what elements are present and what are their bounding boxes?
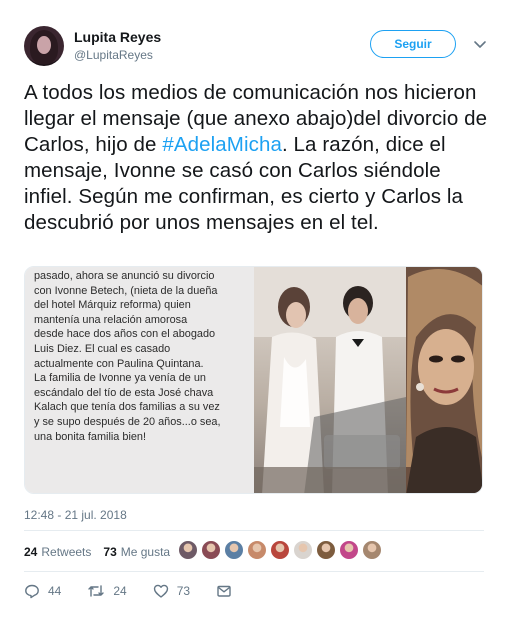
hashtag-link[interactable]: #AdelaMicha <box>162 133 282 156</box>
liker-avatar[interactable] <box>362 540 382 560</box>
like-button[interactable]: 73 <box>153 583 190 599</box>
divider <box>24 530 484 531</box>
portrait-photo <box>406 267 482 493</box>
tweet-header: Lupita Reyes @LupitaReyes Seguir <box>24 26 494 70</box>
media-text-line: Luis Diez. El cual es casado <box>34 342 171 355</box>
retweets-count: 24 <box>24 545 38 559</box>
reply-button[interactable]: 44 <box>24 583 61 599</box>
media-text-line: escándalo del tío de esta José chava <box>34 386 214 399</box>
follow-button[interactable]: Seguir <box>370 30 456 58</box>
liker-avatar[interactable] <box>178 540 198 560</box>
wedding-photo <box>254 267 406 493</box>
media-text-line: actualmente con Paulina Quintana. <box>34 357 204 370</box>
retweets-label: Retweets <box>41 545 92 559</box>
media-text-line: desde hace dos años con el abogado <box>34 328 216 341</box>
like-count: 73 <box>176 584 191 598</box>
liker-avatar[interactable] <box>247 540 267 560</box>
media-text-line: y se supo después de 20 años...o sea, <box>34 415 221 428</box>
liker-avatars <box>178 540 385 560</box>
likes-stat[interactable]: 73 Me gusta <box>103 545 170 559</box>
media-text-line: del hotel Márquiz reforma) quien <box>34 299 191 312</box>
likes-count: 73 <box>103 545 117 559</box>
tweet-text: A todos los medios de comunicación nos h… <box>24 80 494 236</box>
likes-label: Me gusta <box>120 545 171 559</box>
author-handle[interactable]: @LupitaReyes <box>74 48 153 62</box>
liker-avatar[interactable] <box>339 540 359 560</box>
liker-avatar[interactable] <box>316 540 336 560</box>
liker-avatar[interactable] <box>224 540 244 560</box>
media-text-line: una bonita familia bien! <box>34 430 147 443</box>
tweet-media[interactable]: pasado, ahora se anunció su divorcio con… <box>24 266 483 494</box>
liker-avatar[interactable] <box>270 540 290 560</box>
reply-count: 44 <box>48 584 62 598</box>
media-text-line: Kalach que tenía dos familias a su vez <box>34 401 220 414</box>
tweet-timestamp[interactable]: 12:48 - 21 jul. 2018 <box>24 508 127 522</box>
retweet-count: 24 <box>113 584 127 598</box>
media-text-line: mantenía una relación amorosa <box>34 313 188 326</box>
media-screenshot-text: pasado, ahora se anunció su divorcio con… <box>25 267 254 493</box>
retweet-button[interactable]: 24 <box>87 583 127 599</box>
retweets-stat[interactable]: 24 Retweets <box>24 545 91 559</box>
envelope-icon <box>217 585 231 597</box>
media-text-line: pasado, ahora se anunció su divorcio <box>34 270 215 282</box>
tweet-stats: 24 Retweets 73 Me gusta <box>24 540 182 564</box>
media-text-line: con Ivonne Betech, (nieta de la dueña <box>34 284 218 297</box>
retweet-icon <box>88 585 105 597</box>
liker-avatar[interactable] <box>201 540 221 560</box>
tweet-actions: 44 24 73 <box>24 582 266 600</box>
heart-icon <box>153 584 168 598</box>
chevron-down-icon[interactable] <box>472 36 488 52</box>
avatar[interactable] <box>24 26 64 66</box>
divider <box>24 571 484 572</box>
direct-message-button[interactable] <box>216 583 240 599</box>
media-text-line: La familia de Ivonne ya venía de un <box>34 372 206 385</box>
liker-avatar[interactable] <box>293 540 313 560</box>
author-name[interactable]: Lupita Reyes <box>74 29 161 45</box>
reply-icon <box>25 584 39 599</box>
